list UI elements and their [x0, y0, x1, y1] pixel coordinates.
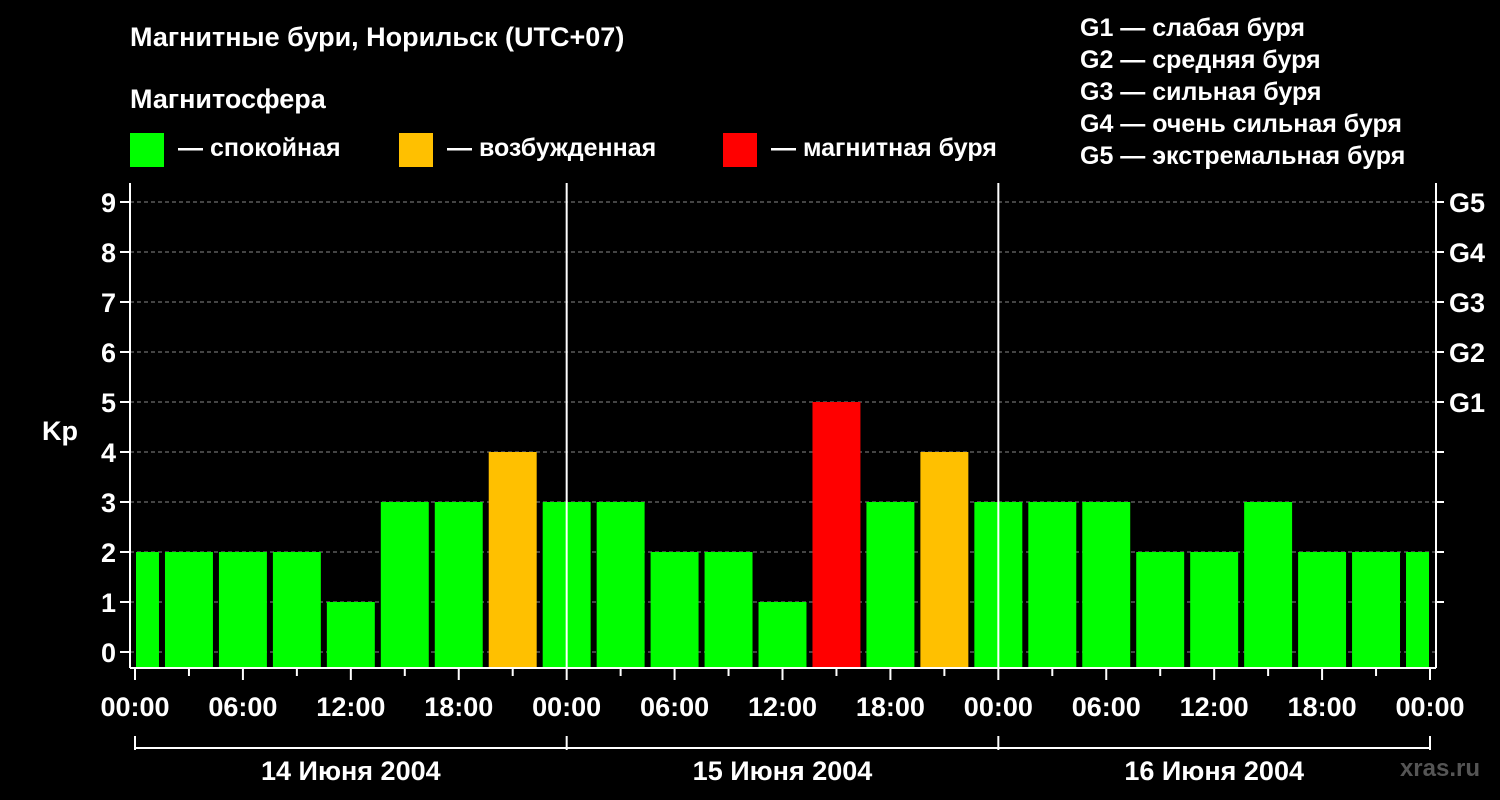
kp-bar-chart: 0 1 2 3 4 5 6 7 8 9 G1 G2 G3 G4 G5 Kp 00:00 06:00 12:00 18:…: [42, 183, 1485, 786]
kp-bar: [272, 552, 321, 668]
x-tick-label: 18:00: [424, 692, 493, 722]
kp-bar: [488, 452, 537, 668]
kp-bar: [136, 552, 159, 668]
x-tick-label: 06:00: [1072, 692, 1141, 722]
kp-bar: [1028, 502, 1077, 668]
x-tick-label: 00:00: [1395, 692, 1464, 722]
x-tick-label: 00:00: [100, 692, 169, 722]
y-axis-label: Kp: [42, 416, 78, 446]
x-tick-label: 12:00: [748, 692, 817, 722]
x-tick-label: 00:00: [532, 692, 601, 722]
g-level-label: G1: [1449, 388, 1485, 418]
kp-bar: [704, 552, 753, 668]
day-label: 14 Июня 2004: [261, 756, 441, 786]
kp-bar: [1406, 552, 1429, 668]
g-level-label: G5: [1449, 188, 1485, 218]
x-tick-label: 00:00: [964, 692, 1033, 722]
kp-bar: [380, 502, 429, 668]
kp-bar: [650, 552, 699, 668]
g-level-label: G4: [1449, 238, 1485, 268]
g-level-label: G2: [1449, 338, 1485, 368]
kp-bar: [326, 602, 375, 668]
kp-bar: [758, 602, 807, 668]
y-tick-label: 9: [101, 188, 116, 218]
kp-bar: [1298, 552, 1347, 668]
x-tick-label: 18:00: [856, 692, 925, 722]
y-tick-label: 3: [101, 488, 116, 518]
y-tick-label: 2: [101, 538, 116, 568]
y-tick-label: 1: [101, 588, 116, 618]
x-tick-label: 06:00: [640, 692, 709, 722]
y-tick-label: 6: [101, 338, 116, 368]
kp-bar: [164, 552, 213, 668]
kp-bar: [1190, 552, 1239, 668]
kp-bar: [1082, 502, 1131, 668]
kp-bar: [920, 452, 969, 668]
x-tick-label: 06:00: [208, 692, 277, 722]
kp-bar: [812, 402, 861, 668]
y-tick-label: 0: [101, 638, 116, 668]
day-label: 16 Июня 2004: [1124, 756, 1304, 786]
kp-bar: [1136, 552, 1185, 668]
kp-bar: [866, 502, 915, 668]
g-level-label: G3: [1449, 288, 1485, 318]
y-tick-label: 5: [101, 388, 116, 418]
kp-bar: [1352, 552, 1401, 668]
watermark: xras.ru: [1399, 755, 1480, 782]
y-tick-label: 4: [101, 438, 116, 468]
x-tick-label: 12:00: [316, 692, 385, 722]
x-tick-label: 18:00: [1288, 692, 1357, 722]
day-label: 15 Июня 2004: [693, 756, 873, 786]
kp-bar: [596, 502, 645, 668]
kp-bar: [218, 552, 267, 668]
y-tick-label: 7: [101, 288, 116, 318]
x-tick-label: 12:00: [1180, 692, 1249, 722]
y-tick-label: 8: [101, 238, 116, 268]
kp-bar: [434, 502, 483, 668]
kp-bar: [1244, 502, 1293, 668]
